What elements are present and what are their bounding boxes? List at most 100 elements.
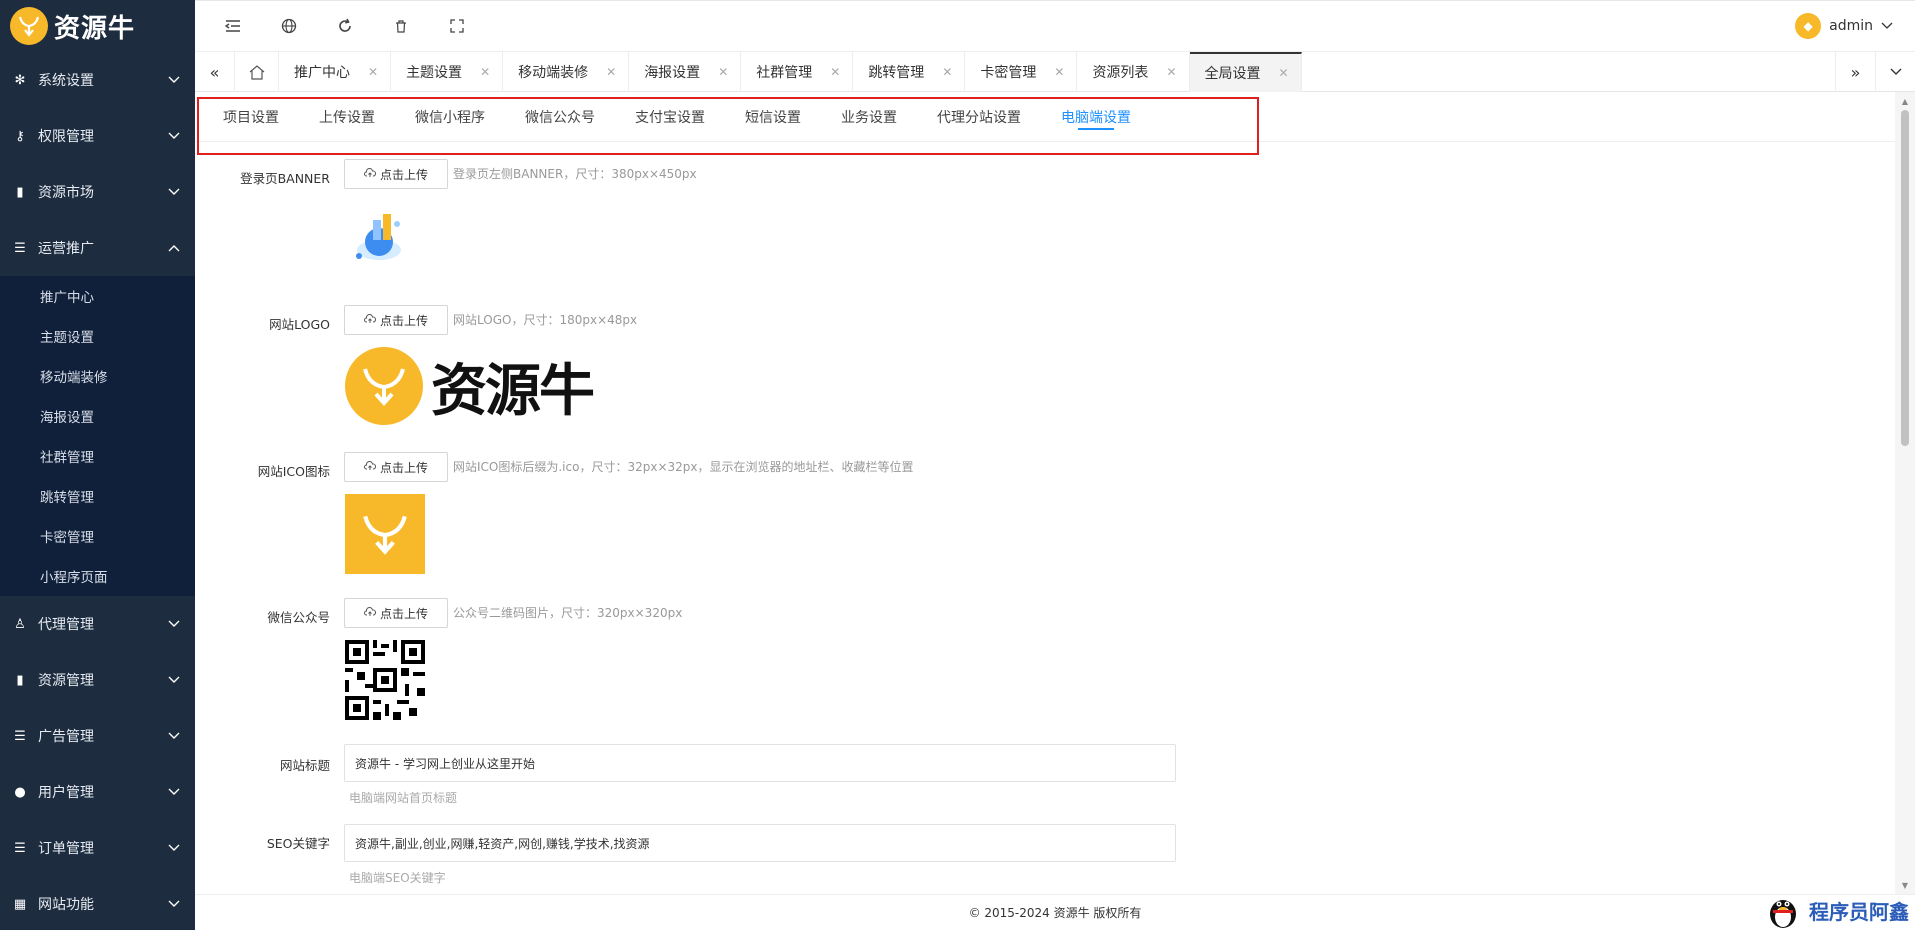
fullscreen-icon[interactable]	[446, 15, 468, 37]
logo-upload-button[interactable]: 点击上传	[344, 305, 448, 335]
banner-hint: 登录页左侧BANNER，尺寸：380px×450px	[453, 167, 697, 181]
sidebar-item-label: 广告管理	[38, 729, 94, 745]
close-icon[interactable]: ✕	[368, 65, 378, 79]
close-icon[interactable]: ✕	[606, 65, 616, 79]
seo-keywords-input[interactable]: 资源牛,副业,创业,网赚,轻资产,网创,赚钱,学技术,找资源	[344, 824, 1176, 862]
tabs-scroll-right-icon[interactable]: »	[1835, 52, 1875, 92]
tab-promotion-center[interactable]: 推广中心 ✕	[279, 52, 392, 92]
close-icon[interactable]: ✕	[1054, 65, 1064, 79]
subtab-agent-substation[interactable]: 代理分站设置	[917, 92, 1041, 142]
logo-preview-text: 资源牛	[431, 358, 595, 424]
list-icon: ☰	[14, 240, 26, 256]
sidebar-item-users[interactable]: ● 用户管理	[0, 764, 195, 820]
tab-label: 全局设置	[1204, 66, 1261, 82]
penguin-icon	[1770, 900, 1796, 928]
refresh-icon[interactable]	[334, 15, 356, 37]
scroll-down-icon[interactable]: ▼	[1900, 880, 1910, 890]
list-icon: ☰	[14, 728, 26, 744]
sidebar-subitem-poster-settings[interactable]: 海报设置	[0, 396, 195, 436]
sidebar-item-resource-market[interactable]: ▮ 资源市场	[0, 164, 195, 220]
sidebar-item-agents[interactable]: ♙ 代理管理	[0, 596, 195, 652]
content-scrollbar[interactable]: ▲ ▼	[1895, 92, 1915, 894]
sidebar-subitem-promotion-center[interactable]: 推广中心	[0, 276, 195, 316]
gear-icon: ✻	[14, 72, 26, 88]
logo-hint: 网站LOGO，尺寸：180px×48px	[453, 313, 638, 327]
sidebar-subitem-redirect[interactable]: 跳转管理	[0, 476, 195, 516]
cloud-upload-icon	[364, 460, 377, 474]
sidebar-subitem-mobile-decoration[interactable]: 移动端装修	[0, 356, 195, 396]
subtab-business[interactable]: 业务设置	[821, 92, 917, 142]
tab-theme-settings[interactable]: 主题设置 ✕	[391, 52, 504, 92]
close-icon[interactable]: ✕	[718, 65, 728, 79]
trash-icon[interactable]	[390, 15, 412, 37]
close-icon[interactable]: ✕	[1279, 66, 1289, 80]
sidebar-item-ads[interactable]: ☰ 广告管理	[0, 708, 195, 764]
bull-logo-icon	[10, 7, 48, 45]
sidebar-item-label: 系统设置	[38, 73, 94, 89]
ico-upload-button[interactable]: 点击上传	[344, 452, 448, 482]
scrollbar-thumb[interactable]	[1901, 110, 1909, 446]
agent-icon: ♙	[14, 616, 26, 632]
seo-keywords-label: SEO关键字	[266, 836, 330, 851]
subtab-sms[interactable]: 短信设置	[725, 92, 821, 142]
subtab-pc[interactable]: 电脑端设置	[1041, 92, 1151, 142]
wechat-label: 微信公众号	[267, 610, 330, 625]
watermark: 程序员阿鑫	[1763, 890, 1909, 930]
user-menu[interactable]: ◆ admin	[1795, 13, 1893, 39]
upload-label: 点击上传	[379, 606, 428, 621]
subtab-project[interactable]: 项目设置	[203, 92, 299, 142]
tab-community[interactable]: 社群管理 ✕	[741, 52, 854, 92]
subtab-wechat-mini-program[interactable]: 微信小程序	[395, 92, 505, 142]
settings-subtabs: 项目设置 上传设置 微信小程序 微信公众号 支付宝设置 短信设置 业务设置 代理…	[195, 92, 1895, 155]
tab-resource-list[interactable]: 资源列表 ✕	[1077, 52, 1190, 92]
tab-label: 跳转管理	[868, 65, 925, 81]
home-icon[interactable]	[235, 52, 279, 92]
tabs-dropdown-icon[interactable]	[1875, 52, 1915, 92]
upload-label: 点击上传	[379, 167, 428, 182]
close-icon[interactable]: ✕	[942, 65, 952, 79]
sidebar-item-site-functions[interactable]: ▦ 网站功能	[0, 876, 195, 930]
tab-poster-settings[interactable]: 海报设置 ✕	[629, 52, 742, 92]
close-icon[interactable]: ✕	[1166, 65, 1176, 79]
sidebar-item-resources[interactable]: ▮ 资源管理	[0, 652, 195, 708]
sidebar-subitem-card-keys[interactable]: 卡密管理	[0, 516, 195, 556]
sidebar: 资源牛 ✻ 系统设置 ⚷ 权限管理 ▮ 资源市场 ☰ 运营推广 推广中心 主题设…	[0, 0, 195, 930]
seo-keywords-hint: 电脑端SEO关键字	[349, 871, 446, 885]
tab-redirect[interactable]: 跳转管理 ✕	[853, 52, 966, 92]
tab-label: 主题设置	[406, 65, 463, 81]
close-icon[interactable]: ✕	[830, 65, 840, 79]
sidebar-item-system-settings[interactable]: ✻ 系统设置	[0, 52, 195, 108]
chevron-up-icon	[167, 241, 181, 255]
main-content: 项目设置 上传设置 微信小程序 微信公众号 支付宝设置 短信设置 业务设置 代理…	[195, 92, 1895, 894]
tab-card-keys[interactable]: 卡密管理 ✕	[965, 52, 1078, 92]
sidebar-item-permissions[interactable]: ⚷ 权限管理	[0, 108, 195, 164]
globe-icon[interactable]	[278, 15, 300, 37]
subtab-wechat-official[interactable]: 微信公众号	[505, 92, 615, 142]
list-icon: ☰	[14, 840, 26, 856]
wechat-hint: 公众号二维码图片，尺寸：320px×320px	[453, 606, 683, 620]
banner-preview-image	[345, 204, 413, 268]
upload-label: 点击上传	[379, 460, 428, 475]
site-title-input[interactable]: 资源牛 - 学习网上创业从这里开始	[344, 744, 1176, 782]
chevron-down-icon	[167, 785, 181, 799]
banner-upload-button[interactable]: 点击上传	[344, 159, 448, 189]
logo-preview-image: 资源牛	[345, 346, 595, 426]
tabs-scroll-left-icon[interactable]: «	[195, 52, 235, 92]
chevron-down-icon	[167, 185, 181, 199]
collapse-menu-icon[interactable]	[222, 15, 244, 37]
close-icon[interactable]: ✕	[480, 65, 490, 79]
ico-preview-image	[345, 494, 425, 574]
tab-global-settings[interactable]: 全局设置 ✕	[1189, 52, 1302, 92]
subtab-upload[interactable]: 上传设置	[299, 92, 395, 142]
app-logo[interactable]: 资源牛	[0, 0, 195, 52]
sidebar-subitem-mini-program-pages[interactable]: 小程序页面	[0, 556, 195, 596]
sidebar-subitem-community[interactable]: 社群管理	[0, 436, 195, 476]
tab-mobile-decoration[interactable]: 移动端装修 ✕	[503, 52, 630, 92]
chevron-down-icon	[167, 897, 181, 911]
sidebar-subitem-theme-settings[interactable]: 主题设置	[0, 316, 195, 356]
wechat-upload-button[interactable]: 点击上传	[344, 598, 448, 628]
scroll-up-icon[interactable]: ▲	[1900, 96, 1910, 106]
sidebar-item-orders[interactable]: ☰ 订单管理	[0, 820, 195, 876]
subtab-alipay[interactable]: 支付宝设置	[615, 92, 725, 142]
sidebar-item-operations[interactable]: ☰ 运营推广	[0, 220, 195, 276]
